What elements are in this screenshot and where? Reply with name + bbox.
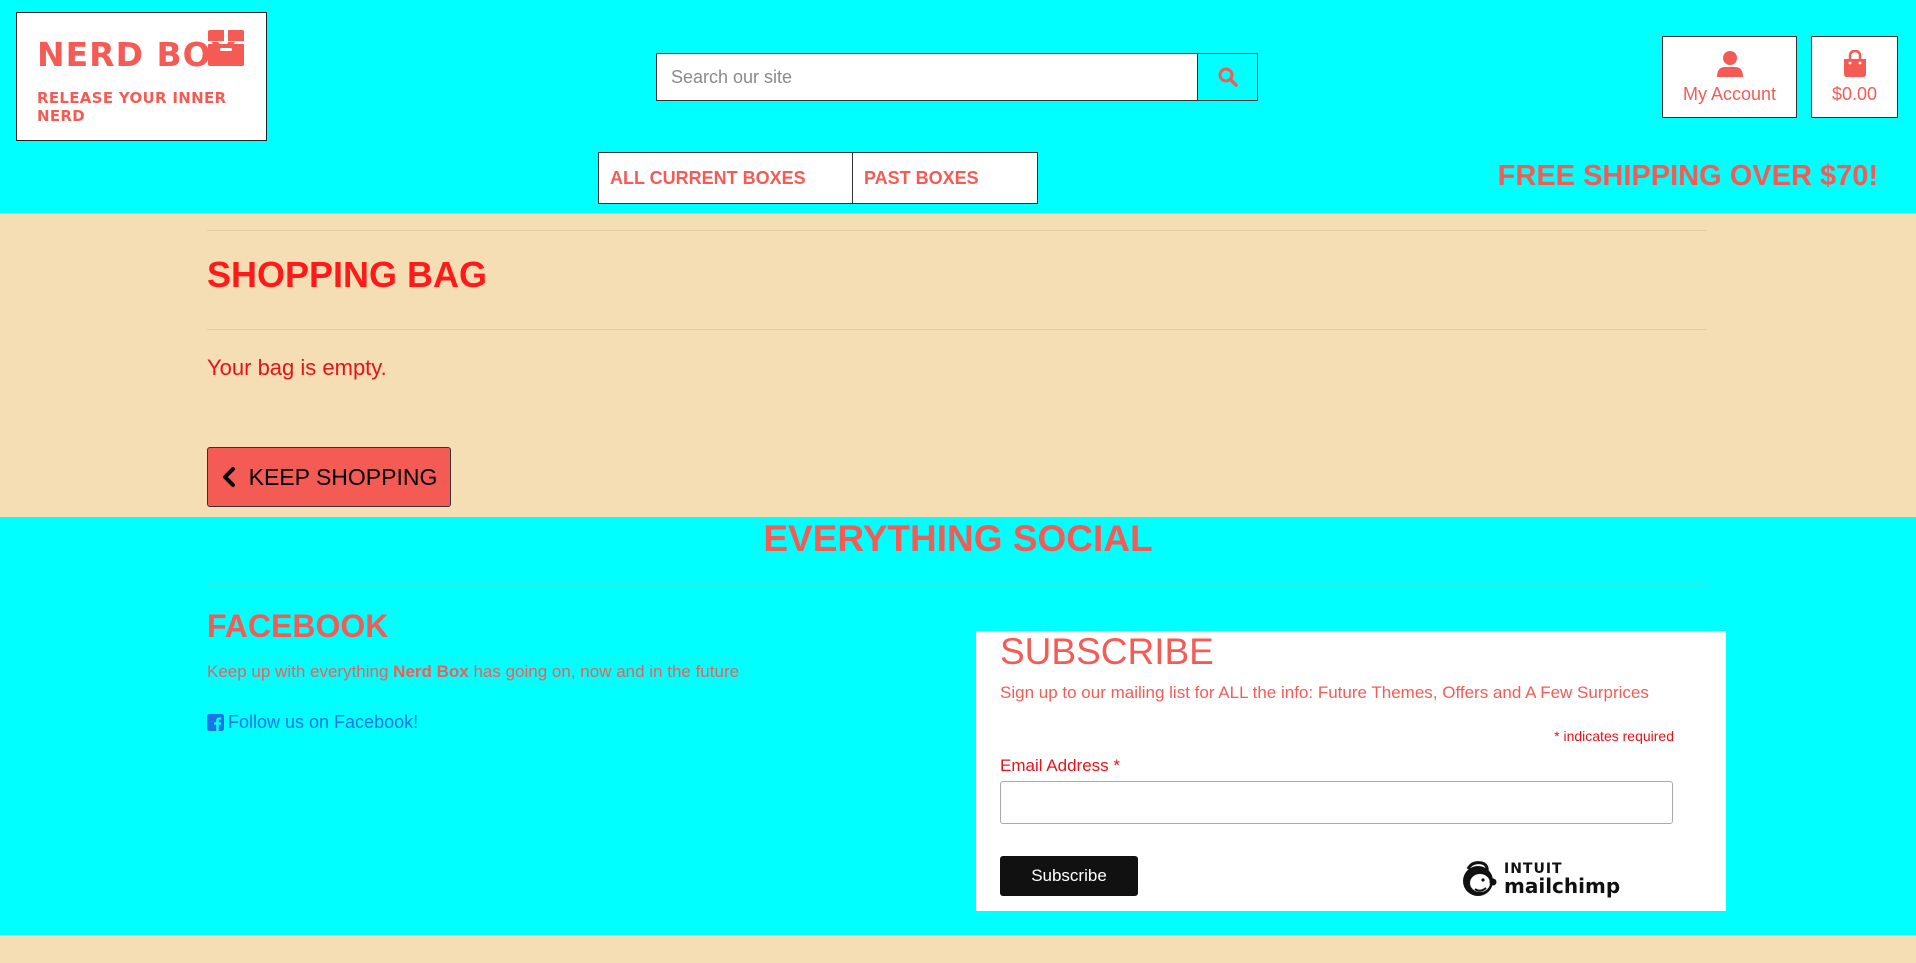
keep-shopping-button[interactable]: KEEP SHOPPING bbox=[207, 447, 451, 507]
chevron-left-icon bbox=[222, 467, 235, 487]
email-label-text: Email Address bbox=[1000, 756, 1109, 775]
facebook-link-label: Follow us on Facebook! bbox=[228, 712, 419, 732]
my-account-button[interactable]: My Account bbox=[1662, 36, 1797, 118]
search-input[interactable] bbox=[656, 53, 1198, 101]
divider bbox=[207, 230, 1706, 231]
search-icon bbox=[1218, 67, 1238, 87]
facebook-text-bold: Nerd Box bbox=[393, 662, 469, 681]
nav-past-boxes[interactable]: PAST BOXES bbox=[852, 152, 1038, 204]
subscribe-card: SUBSCRIBE Sign up to our mailing list fo… bbox=[976, 631, 1726, 911]
facebook-title: FACEBOOK bbox=[207, 608, 389, 644]
user-icon bbox=[1716, 50, 1743, 77]
account-label: My Account bbox=[1682, 83, 1777, 104]
bag-total: $0.00 bbox=[1831, 83, 1878, 104]
mailchimp-icon bbox=[1463, 861, 1497, 896]
nav-all-current-boxes[interactable]: ALL CURRENT BOXES bbox=[598, 152, 853, 204]
empty-bag-message: Your bag is empty. bbox=[207, 355, 387, 380]
email-field[interactable] bbox=[1000, 781, 1673, 824]
facebook-icon bbox=[207, 714, 224, 731]
search-button[interactable] bbox=[1197, 53, 1258, 101]
mailchimp-name: mailchimp bbox=[1504, 874, 1621, 898]
divider bbox=[207, 329, 1706, 330]
box-icon bbox=[208, 30, 244, 66]
page-title: SHOPPING BAG bbox=[207, 254, 488, 295]
subscribe-button[interactable]: Subscribe bbox=[1000, 856, 1138, 896]
facebook-text: Keep up with everything Nerd Box has goi… bbox=[207, 662, 739, 682]
mailchimp-badge[interactable]: INTUIT mailchimp bbox=[1460, 859, 1620, 899]
logo-tagline: RELEASE YOUR INNER NERD bbox=[37, 89, 227, 125]
logo[interactable]: NERD BOX RELEASE YOUR INNER NERD bbox=[16, 12, 267, 141]
facebook-text-after: has going on, now and in the future bbox=[468, 662, 740, 681]
social-title: EVERYTHING SOCIAL bbox=[763, 518, 1153, 559]
facebook-link[interactable]: Follow us on Facebook! bbox=[207, 712, 418, 733]
divider bbox=[207, 584, 1706, 585]
keep-shopping-label: KEEP SHOPPING bbox=[248, 463, 438, 490]
subscribe-description: Sign up to our mailing list for ALL the … bbox=[1000, 683, 1649, 702]
free-shipping-banner: FREE SHIPPING OVER $70! bbox=[1497, 160, 1878, 192]
shopping-bag-button[interactable]: $0.00 bbox=[1811, 36, 1898, 118]
mailchimp-wordmark: INTUIT mailchimp bbox=[1504, 862, 1620, 896]
email-label: Email Address * bbox=[1000, 756, 1120, 776]
required-note: * indicates required bbox=[1554, 728, 1674, 744]
facebook-text-before: Keep up with everything bbox=[207, 662, 394, 681]
subscribe-title: SUBSCRIBE bbox=[1000, 631, 1214, 672]
shopping-bag-icon bbox=[1843, 49, 1866, 77]
required-marker: * bbox=[1113, 756, 1121, 775]
